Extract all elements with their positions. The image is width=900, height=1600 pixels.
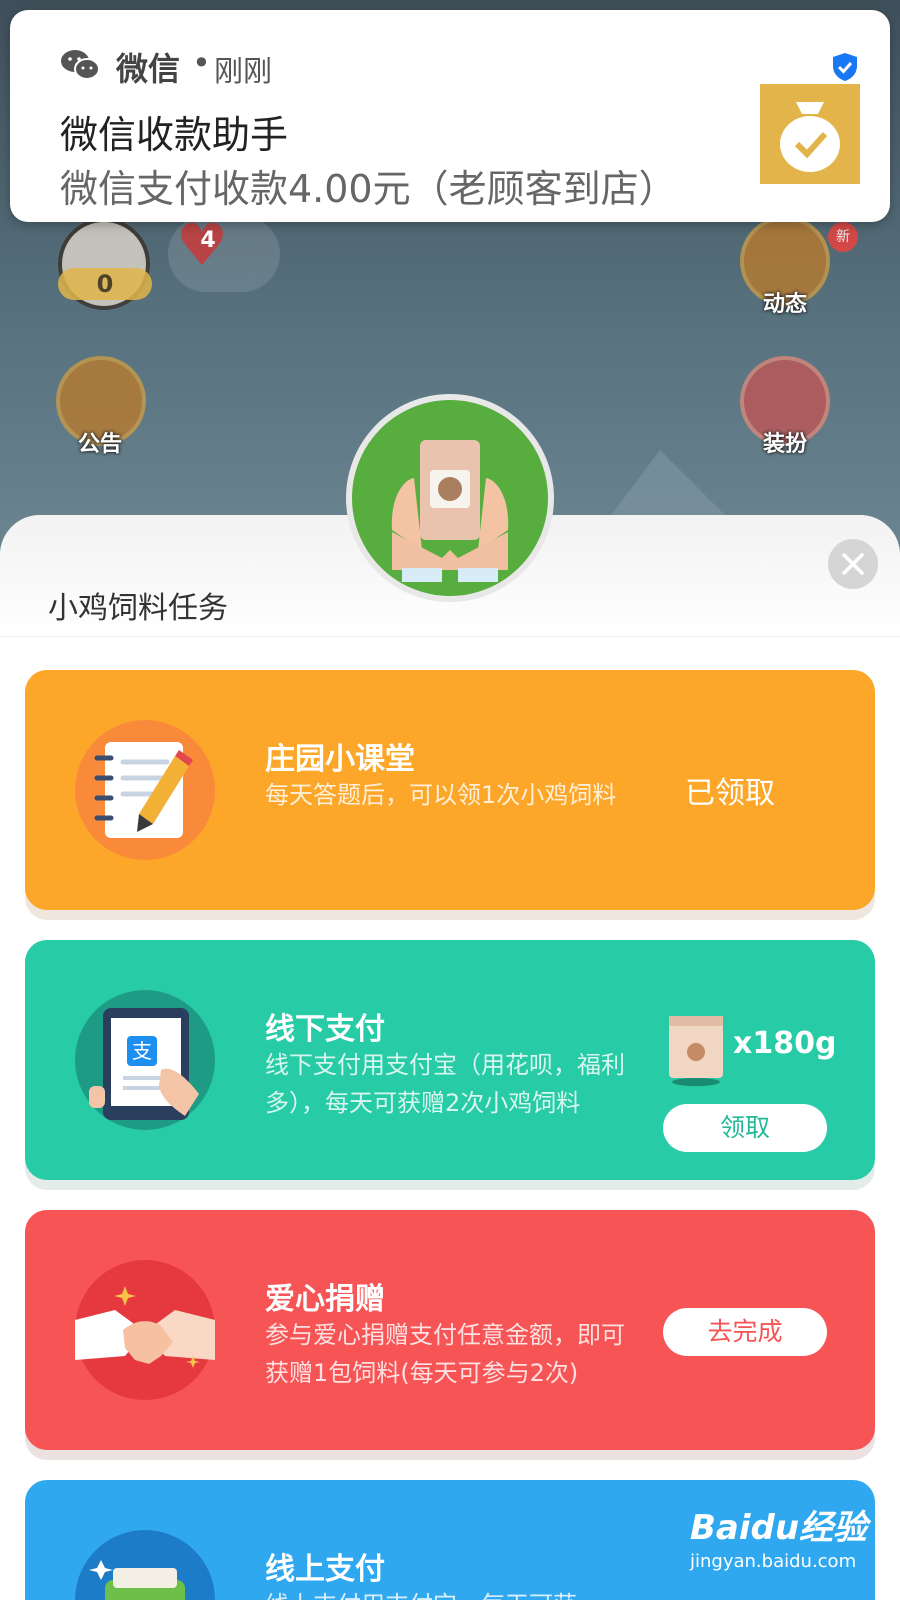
baidu-watermark: Baidu经验 jingyan.baidu.com <box>690 1500 867 1572</box>
new-badge: 新 <box>828 222 858 252</box>
notebook-pencil-icon <box>75 720 215 860</box>
hud-label-dress-up[interactable]: 装扮 <box>735 426 835 458</box>
hud-label-announcement[interactable]: 公告 <box>50 426 150 458</box>
task-title: 庄园小课堂 <box>265 742 415 777</box>
task-title: 爱心捐赠 <box>265 1282 385 1317</box>
close-button[interactable] <box>828 539 878 589</box>
go-complete-button[interactable]: 去完成 <box>663 1308 827 1356</box>
feed-bag-medallion <box>346 394 554 602</box>
money-bag-thumbnail <box>760 84 860 184</box>
task-title: 线上支付 <box>265 1552 385 1587</box>
heart-count: 4 <box>200 228 216 253</box>
notification-time: 刚刚 <box>214 54 273 88</box>
watermark-brand: Baidu经验 <box>690 1508 868 1548</box>
hands-holding-feed-icon <box>391 440 509 582</box>
hud-label-dynamics[interactable]: 动态 <box>735 286 835 318</box>
wechat-icon <box>61 50 100 80</box>
task-description: 每天答题后，可以领1次小鸡饲料 <box>265 781 617 809</box>
task-description: 线下支付用支付宝（用花呗，福利多），每天可获赠2次小鸡饲料 <box>265 1051 625 1117</box>
svg-text:支: 支 <box>132 1039 152 1063</box>
reward-quantity: x180g <box>733 1026 837 1061</box>
sheet-title: 小鸡饲料任务 <box>48 591 228 626</box>
notification-separator: • <box>192 44 211 82</box>
wallet-icon <box>75 1530 215 1600</box>
notification-title: 微信收款助手 <box>60 113 289 157</box>
wechat-notification[interactable]: 微信 • 刚刚 微信收款助手 微信支付收款4.00元（老顾客到店） <box>10 10 890 222</box>
tablet-alipay-icon: 支 <box>75 990 215 1130</box>
feed-bag-icon <box>669 1016 723 1086</box>
task-card-offline-payment[interactable]: 支 线下支付 线下支付用支付宝（用花呗，福利多），每天可获赠2次小鸡饲料 x18… <box>25 940 875 1180</box>
claim-button[interactable]: 领取 <box>663 1104 827 1152</box>
task-card-charity-donation[interactable]: 爱心捐赠 参与爱心捐赠支付任意金额，即可获赠1包饲料(每天可参与2次) 去完成 <box>25 1210 875 1450</box>
task-card-farm-class[interactable]: 庄园小课堂 每天答题后，可以领1次小鸡饲料 已领取 <box>25 670 875 910</box>
level-badge: 0 <box>58 268 152 300</box>
task-description: 参与爱心捐赠支付任意金额，即可获赠1包饲料(每天可参与2次) <box>265 1321 625 1387</box>
watermark-url: jingyan.baidu.com <box>690 1551 857 1572</box>
shield-check-icon <box>833 53 857 81</box>
notification-body: 微信支付收款4.00元（老顾客到店） <box>60 167 677 211</box>
claimed-status: 已领取 <box>685 776 775 811</box>
handshake-icon <box>75 1260 215 1400</box>
task-description: 线上支付用支付宝，每天可获 <box>265 1586 625 1600</box>
notification-app-name: 微信 <box>116 50 181 88</box>
feed-task-sheet: 小鸡饲料任务 庄园小课堂 每天答题后，可以领1次小鸡饲料 已领取 支 线下支付 … <box>0 515 900 1600</box>
close-icon <box>842 553 864 575</box>
money-bag-icon <box>780 102 840 172</box>
task-title: 线下支付 <box>265 1012 385 1047</box>
